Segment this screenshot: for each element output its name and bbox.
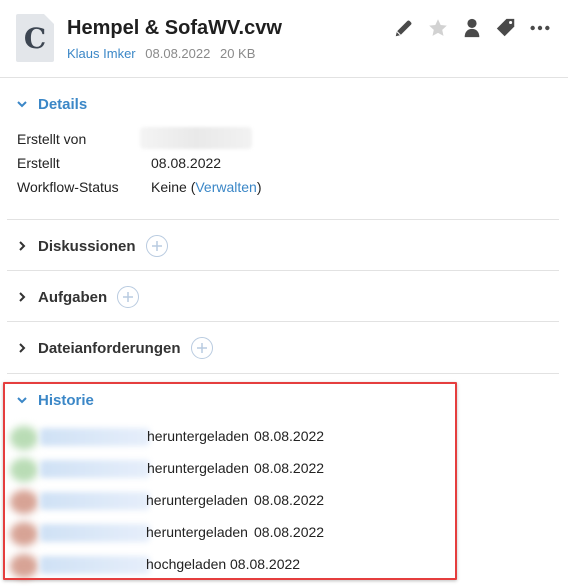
created-value: 08.08.2022 (151, 155, 222, 171)
file-header: C Hempel & SofaWV.cvw Klaus Imker 08.08.… (0, 0, 568, 78)
chevron-down-icon (15, 97, 29, 111)
created-label: Erstellt (17, 155, 60, 171)
file-type-icon: C (16, 14, 54, 62)
tasks-section: Aufgaben (7, 285, 559, 309)
person-icon[interactable] (460, 16, 484, 40)
chevron-right-icon (15, 341, 29, 355)
file-owner-link[interactable]: Klaus Imker (67, 46, 136, 61)
manage-workflow-link[interactable]: Verwalten (195, 179, 256, 195)
tasks-title: Aufgaben (38, 288, 108, 306)
add-file-request-button[interactable] (190, 337, 213, 359)
add-task-button[interactable] (117, 286, 140, 308)
star-icon[interactable] (426, 16, 450, 40)
tasks-toggle[interactable]: Aufgaben (7, 285, 559, 309)
created-by-label: Erstellt von (17, 131, 87, 147)
more-icon[interactable] (528, 16, 552, 40)
file-actions (392, 16, 552, 40)
file-size: 20 KB (219, 46, 256, 61)
details-toggle[interactable]: Details (7, 92, 559, 116)
created-by-value (140, 127, 252, 149)
divider (7, 373, 559, 374)
details-section: Details (7, 92, 559, 116)
file-requests-section: Dateianforderungen (7, 336, 559, 360)
file-type-letter: C (23, 22, 47, 55)
discussions-title: Diskussionen (38, 237, 136, 255)
divider (7, 321, 559, 322)
chevron-right-icon (15, 290, 29, 304)
add-discussion-button[interactable] (145, 235, 168, 257)
divider (7, 219, 559, 220)
details-title: Details (38, 95, 88, 113)
workflow-value: Keine (Verwalten) (151, 179, 262, 195)
discussions-toggle[interactable]: Diskussionen (7, 234, 559, 258)
workflow-label: Workflow-Status (17, 179, 119, 195)
pencil-icon[interactable] (392, 16, 416, 40)
file-requests-title: Dateianforderungen (38, 339, 181, 357)
file-requests-toggle[interactable]: Dateianforderungen (7, 336, 559, 360)
discussions-section: Diskussionen (7, 234, 559, 258)
history-highlight-frame (3, 382, 457, 580)
file-date: 08.08.2022 (145, 46, 211, 61)
file-meta: Klaus Imker 08.08.2022 20 KB (67, 46, 255, 61)
tag-icon[interactable] (494, 16, 518, 40)
chevron-right-icon (15, 239, 29, 253)
file-title: Hempel & SofaWV.cvw (67, 17, 282, 39)
divider (7, 270, 559, 271)
